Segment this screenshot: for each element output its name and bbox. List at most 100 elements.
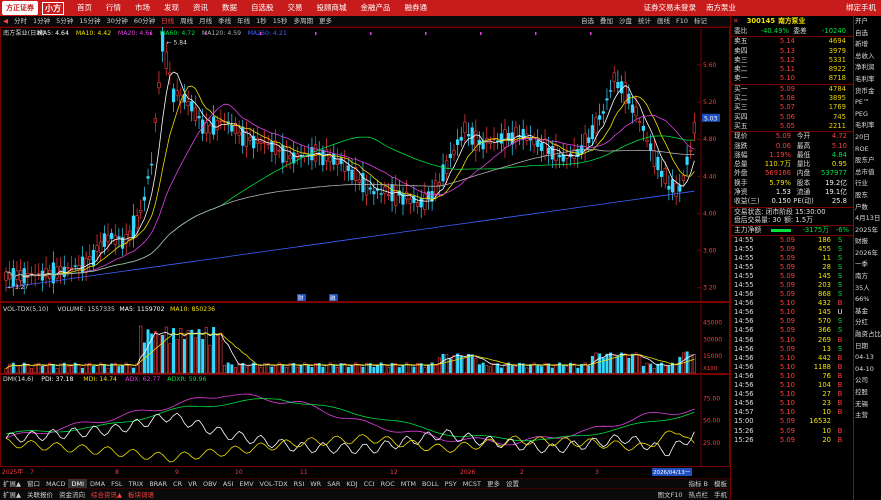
- book-row[interactable]: 卖四 5.13 3979: [731, 47, 853, 56]
- side-info-item[interactable]: 自选: [854, 28, 881, 40]
- indicator-tab-11[interactable]: ASI: [220, 479, 237, 489]
- chart-tool-1[interactable]: 叠加: [597, 16, 616, 27]
- indicator-tab-10[interactable]: OBV: [200, 479, 220, 489]
- back-arrow-icon[interactable]: ◀: [0, 16, 11, 27]
- side-info-item[interactable]: 行业: [854, 178, 881, 190]
- side-info-item[interactable]: 毛利率: [854, 120, 881, 132]
- chart-tool-5[interactable]: F10: [673, 16, 691, 27]
- chart-tool-6[interactable]: 标记: [691, 16, 710, 27]
- side-info-item[interactable]: 货币金: [854, 86, 881, 98]
- menu-item-2[interactable]: 市场: [128, 0, 157, 16]
- indicator-tab-2[interactable]: MACD: [43, 479, 68, 489]
- side-info-item[interactable]: PE™: [854, 97, 881, 109]
- menu-item-7[interactable]: 交易: [281, 0, 310, 16]
- menu-item-9[interactable]: 金融产品: [354, 0, 398, 16]
- book-row[interactable]: 卖三 5.12 5331: [731, 56, 853, 65]
- period-tab-13[interactable]: 多周期: [291, 16, 317, 27]
- menu-item-1[interactable]: 行情: [99, 0, 128, 16]
- period-tab-5[interactable]: 60分钟: [131, 16, 158, 27]
- period-tab-7[interactable]: 周线: [177, 16, 196, 27]
- side-info-item[interactable]: 基金: [854, 306, 881, 318]
- indicator-tool-0[interactable]: 指标 B: [685, 479, 711, 489]
- bottom-tab-1[interactable]: 关联报价: [24, 490, 56, 500]
- indicator-tab-7[interactable]: BRAR: [146, 479, 170, 489]
- indicator-tab-24[interactable]: 更多: [484, 479, 503, 489]
- menu-item-3[interactable]: 发现: [157, 0, 186, 16]
- indicator-tab-8[interactable]: CR: [170, 479, 185, 489]
- side-info-item[interactable]: 66%: [854, 294, 881, 306]
- indicator-tab-1[interactable]: 窗口: [24, 479, 43, 489]
- side-info-item[interactable]: 一季: [854, 259, 881, 271]
- side-info-item[interactable]: 20日: [854, 132, 881, 144]
- side-info-item[interactable]: 户数: [854, 202, 881, 214]
- menu-item-0[interactable]: 首页: [70, 0, 99, 16]
- bind-phone-link[interactable]: 绑定手机: [841, 0, 881, 16]
- period-tab-3[interactable]: 15分钟: [76, 16, 103, 27]
- side-info-item[interactable]: 35人: [854, 283, 881, 295]
- side-info-item[interactable]: PEG: [854, 109, 881, 121]
- period-tab-0[interactable]: 分时: [11, 16, 30, 27]
- menu-item-5[interactable]: 数据: [215, 0, 244, 16]
- bottom-tab-2[interactable]: 资金流向: [56, 490, 88, 500]
- period-tab-8[interactable]: 月线: [196, 16, 215, 27]
- period-tab-9[interactable]: 季线: [215, 16, 234, 27]
- indicator-tab-5[interactable]: FSL: [108, 479, 125, 489]
- book-row[interactable]: 买二 5.08 3895: [731, 94, 853, 103]
- menu-item-8[interactable]: 投顾商城: [310, 0, 354, 16]
- current-stock-link[interactable]: 南方泵业: [701, 0, 741, 16]
- bottom-tab-3[interactable]: 综合资讯▲: [88, 490, 125, 500]
- bottom-tab-4[interactable]: 板块词语: [125, 490, 157, 500]
- tick-list[interactable]: 14:55 5.09 186 S 14:55 5.09 455 S 14:55 5.09 11 S 14…: [731, 234, 853, 445]
- side-info-item[interactable]: 新增: [854, 39, 881, 51]
- side-info-item[interactable]: 融资占比: [854, 329, 881, 341]
- side-info-item[interactable]: 04-10: [854, 364, 881, 376]
- indicator-tool-1[interactable]: 模板: [711, 479, 730, 489]
- indicator-tab-18[interactable]: CCI: [361, 479, 378, 489]
- side-info-item[interactable]: 股东户: [854, 155, 881, 167]
- chart-tool-4[interactable]: 画线: [654, 16, 673, 27]
- indicator-tab-16[interactable]: SAR: [324, 479, 343, 489]
- side-info-item[interactable]: 总市值: [854, 167, 881, 179]
- indicator-tab-4[interactable]: DMA: [87, 479, 108, 489]
- book-row[interactable]: 卖二 5.11 8922: [731, 65, 853, 74]
- side-info-item[interactable]: 毛利率: [854, 74, 881, 86]
- side-info-item[interactable]: 净利润: [854, 62, 881, 74]
- bottom-right-tool-1[interactable]: 热点栏: [686, 490, 712, 500]
- indicator-tab-6[interactable]: TRIX: [125, 479, 146, 489]
- side-info-item[interactable]: 总收入: [854, 51, 881, 63]
- book-row[interactable]: 买五 5.05 2211: [731, 122, 853, 131]
- indicator-tab-22[interactable]: PSY: [442, 479, 460, 489]
- bottom-right-tool-2[interactable]: 手机: [711, 490, 730, 500]
- login-status-link[interactable]: 证券交易未登录: [639, 0, 702, 16]
- side-info-item[interactable]: 2025年: [854, 225, 881, 237]
- indicator-tab-13[interactable]: VOL-TDX: [257, 479, 291, 489]
- book-row[interactable]: 买一 5.09 4784: [731, 85, 853, 94]
- indicator-tab-0[interactable]: 扩展▲: [0, 479, 24, 489]
- period-tab-10[interactable]: 年线: [234, 16, 253, 27]
- period-tab-14[interactable]: 更多: [316, 16, 335, 27]
- indicator-tab-23[interactable]: MCST: [460, 479, 484, 489]
- side-info-item[interactable]: 2026年: [854, 248, 881, 260]
- side-info-item[interactable]: 04-13: [854, 352, 881, 364]
- indicator-tab-17[interactable]: KDJ: [343, 479, 360, 489]
- menu-item-10[interactable]: 融券通: [398, 0, 435, 16]
- brand-logo[interactable]: 方正证券: [2, 1, 38, 15]
- period-tab-6[interactable]: 日线: [158, 16, 177, 27]
- book-row[interactable]: 卖一 5.10 8718: [731, 74, 853, 83]
- period-tab-4[interactable]: 30分钟: [104, 16, 131, 27]
- side-info-item[interactable]: 南方: [854, 271, 881, 283]
- book-row[interactable]: 买四 5.06 745: [731, 113, 853, 122]
- period-tab-2[interactable]: 5分钟: [53, 16, 76, 27]
- bottom-tab-0[interactable]: 扩展▲: [0, 490, 24, 500]
- indicator-tab-9[interactable]: VR: [185, 479, 200, 489]
- side-info-item[interactable]: 开户: [854, 16, 881, 28]
- menu-item-6[interactable]: 自选股: [244, 0, 281, 16]
- chart-tool-2[interactable]: 沙盘: [616, 16, 635, 27]
- indicator-tab-15[interactable]: WR: [307, 479, 324, 489]
- xiaofang-logo[interactable]: 小方: [42, 1, 64, 15]
- book-row[interactable]: 卖五 5.14 4694: [731, 37, 853, 46]
- chart-tool-3[interactable]: 统计: [635, 16, 654, 27]
- side-info-item[interactable]: 控股: [854, 387, 881, 399]
- side-info-item[interactable]: 日期: [854, 341, 881, 353]
- indicator-tab-14[interactable]: RSI: [291, 479, 308, 489]
